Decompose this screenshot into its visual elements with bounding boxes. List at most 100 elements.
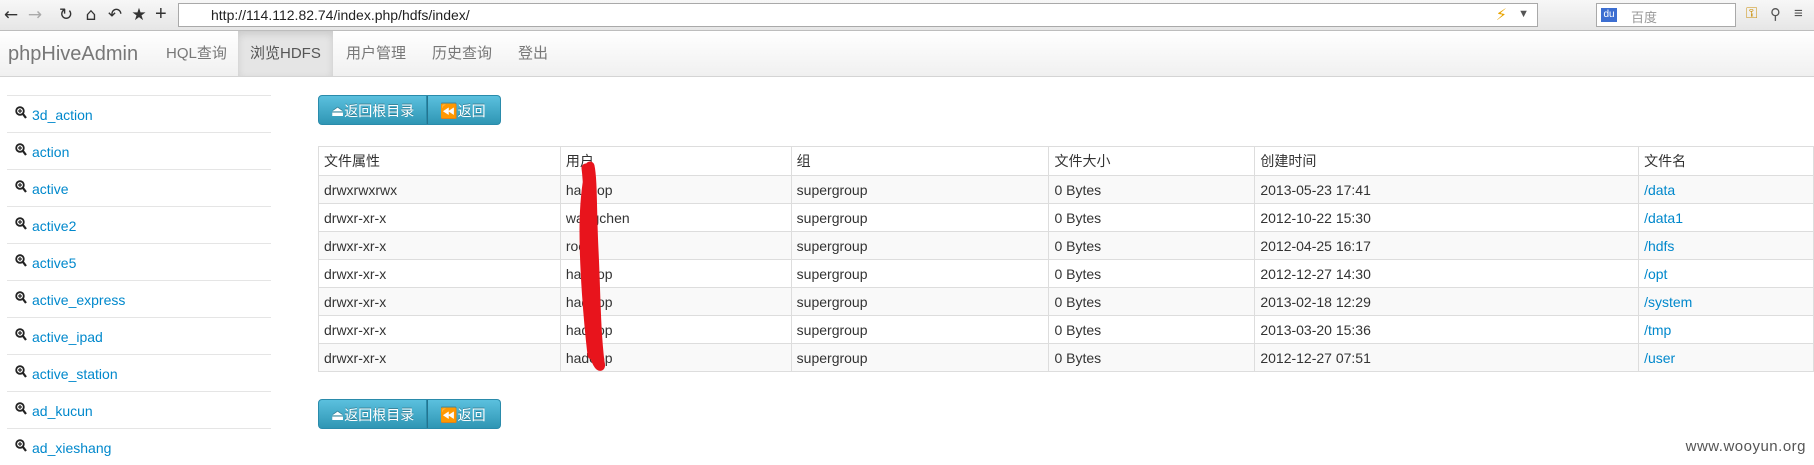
- header-user: 用户: [559, 146, 792, 176]
- back-button-bottom[interactable]: ⏪返回: [427, 399, 501, 429]
- cell-filename[interactable]: /tmp: [1638, 315, 1814, 344]
- cell-size: 0 Bytes: [1048, 343, 1256, 372]
- nav-logout[interactable]: 登出: [506, 31, 560, 76]
- table-row: drwxr-xr-x hadoop supergroup 0 Bytes 2013-02…: [318, 287, 1814, 316]
- top-action-group: ⏏返回根目录 ⏪返回: [318, 95, 501, 125]
- back-to-root-button[interactable]: ⏏返回根目录: [318, 95, 428, 125]
- sidebar-item-active-ipad[interactable]: active_ipad: [7, 317, 271, 354]
- zoom-in-icon: [15, 180, 27, 193]
- cell-permissions: drwxr-xr-x: [318, 259, 561, 288]
- back-button[interactable]: ⏪返回: [427, 95, 501, 125]
- sidebar-item-active-station[interactable]: active_station: [7, 354, 271, 391]
- cell-size: 0 Bytes: [1048, 259, 1256, 288]
- table-row: drwxrwxrwx hadoop supergroup 0 Bytes 2013-05…: [318, 175, 1814, 204]
- reload-icon[interactable]: ↻: [55, 4, 77, 26]
- cell-user: hadoop: [559, 287, 792, 316]
- cell-created: 2013-05-23 17:41: [1254, 175, 1640, 204]
- back-to-root-button-bottom[interactable]: ⏏返回根目录: [318, 399, 428, 429]
- address-bar[interactable]: + http://114.112.82.74/index.php/hdfs/in…: [155, 3, 1538, 27]
- sidebar-item-label[interactable]: active5: [32, 255, 76, 271]
- zoom-in-icon: [15, 254, 27, 267]
- cell-user: wangchen: [559, 203, 792, 232]
- cell-permissions: drwxr-xr-x: [318, 231, 561, 260]
- nav-hql-query[interactable]: HQL查询: [154, 31, 239, 76]
- cell-permissions: drwxrwxrwx: [318, 175, 561, 204]
- cell-created: 2012-12-27 07:51: [1254, 343, 1640, 372]
- header-group: 组: [790, 146, 1050, 176]
- zoom-in-icon: [15, 106, 27, 119]
- table-row: drwxr-xr-x root supergroup 0 Bytes 2012-04-2…: [318, 231, 1814, 260]
- cell-filename[interactable]: /opt: [1638, 259, 1814, 288]
- zoom-in-icon: [15, 439, 27, 452]
- cell-created: 2013-02-18 12:29: [1254, 287, 1640, 316]
- sidebar-item-label[interactable]: active_station: [32, 366, 118, 382]
- sidebar-item-active-express[interactable]: active_express: [7, 280, 271, 317]
- cell-filename[interactable]: /user: [1638, 343, 1814, 372]
- table-row: drwxr-xr-x wangchen supergroup 0 Bytes 2012-…: [318, 203, 1814, 232]
- table-row: drwxr-xr-x hadoop supergroup 0 Bytes 2012-12…: [318, 343, 1814, 372]
- sidebar-item-active5[interactable]: active5: [7, 243, 271, 280]
- sidebar-item-action[interactable]: action: [7, 132, 271, 169]
- cell-created: 2012-12-27 14:30: [1254, 259, 1640, 288]
- watermark: www.wooyun.org: [1685, 438, 1806, 455]
- cell-size: 0 Bytes: [1048, 315, 1256, 344]
- cell-group: supergroup: [790, 287, 1050, 316]
- brand-logo[interactable]: phpHiveAdmin: [8, 43, 138, 66]
- cell-filename[interactable]: /data: [1638, 175, 1814, 204]
- sidebar-item-label[interactable]: action: [32, 144, 69, 160]
- nav-browse-hdfs[interactable]: 浏览HDFS: [238, 31, 333, 76]
- sidebar-item-active2[interactable]: active2: [7, 206, 271, 243]
- sidebar-item-label[interactable]: active: [32, 181, 69, 197]
- sidebar-table-list: 3d_actionaction active active2 active5 activ…: [7, 95, 271, 465]
- zoom-in-icon: [15, 143, 27, 156]
- sidebar-item-label[interactable]: ad_kucun: [32, 403, 93, 419]
- back-icon[interactable]: ←: [0, 4, 22, 26]
- cell-group: supergroup: [790, 231, 1050, 260]
- cell-filename[interactable]: /system: [1638, 287, 1814, 316]
- sidebar-item-3d-action[interactable]: 3d_action: [7, 95, 271, 132]
- key-icon[interactable]: ⚿: [1746, 5, 1757, 22]
- cell-created: 2012-04-25 16:17: [1254, 231, 1640, 260]
- sidebar-item-active[interactable]: active: [7, 169, 271, 206]
- menu-icon[interactable]: ≡: [1794, 5, 1803, 22]
- cell-group: supergroup: [790, 259, 1050, 288]
- forward-icon[interactable]: →: [24, 4, 46, 26]
- cell-size: 0 Bytes: [1048, 175, 1256, 204]
- sidebar-item-label[interactable]: active_ipad: [32, 329, 103, 345]
- bookmark-star-icon[interactable]: ★: [128, 4, 150, 26]
- sidebar-item-ad-kucun[interactable]: ad_kucun: [7, 391, 271, 428]
- cell-user: hadoop: [559, 315, 792, 344]
- table-row: drwxr-xr-x hadoop supergroup 0 Bytes 2012-12…: [318, 259, 1814, 288]
- cell-permissions: drwxr-xr-x: [318, 315, 561, 344]
- zoom-in-icon: [15, 402, 27, 415]
- sidebar-item-ad-xieshang[interactable]: ad_xieshang: [7, 428, 271, 465]
- nav-history-query[interactable]: 历史查询: [420, 31, 504, 76]
- cell-filename[interactable]: /data1: [1638, 203, 1814, 232]
- user-icon[interactable]: ⚲: [1770, 5, 1781, 23]
- undo-icon[interactable]: ↶: [104, 4, 126, 26]
- cell-size: 0 Bytes: [1048, 287, 1256, 316]
- url-text[interactable]: http://114.112.82.74/index.php/hdfs/inde…: [211, 7, 470, 23]
- dropdown-icon[interactable]: ▼: [1518, 8, 1529, 20]
- table-header-row: 文件属性 用户 组 文件大小 创建时间 文件名: [318, 146, 1814, 176]
- header-created: 创建时间: [1254, 146, 1640, 176]
- zoom-in-icon: [15, 291, 27, 304]
- nav-user-management[interactable]: 用户管理: [334, 31, 418, 76]
- lightning-icon[interactable]: ⚡: [1496, 5, 1507, 25]
- sidebar-item-label[interactable]: active2: [32, 218, 76, 234]
- sidebar-item-label[interactable]: ad_xieshang: [32, 440, 111, 456]
- cell-user: hadoop: [559, 175, 792, 204]
- search-engine-icon[interactable]: du: [1601, 8, 1617, 22]
- table-row: drwxr-xr-x hadoop supergroup 0 Bytes 2013-03…: [318, 315, 1814, 344]
- cell-filename[interactable]: /hdfs: [1638, 231, 1814, 260]
- zoom-in-icon: [15, 328, 27, 341]
- search-input[interactable]: du 百度: [1596, 3, 1736, 27]
- sidebar-item-label[interactable]: 3d_action: [32, 107, 93, 123]
- cell-group: supergroup: [790, 343, 1050, 372]
- header-size: 文件大小: [1048, 146, 1256, 176]
- cell-group: supergroup: [790, 315, 1050, 344]
- home-icon[interactable]: ⌂: [80, 4, 102, 26]
- sidebar-item-label[interactable]: active_express: [32, 292, 125, 308]
- cell-permissions: drwxr-xr-x: [318, 343, 561, 372]
- new-tab-icon[interactable]: +: [155, 3, 167, 26]
